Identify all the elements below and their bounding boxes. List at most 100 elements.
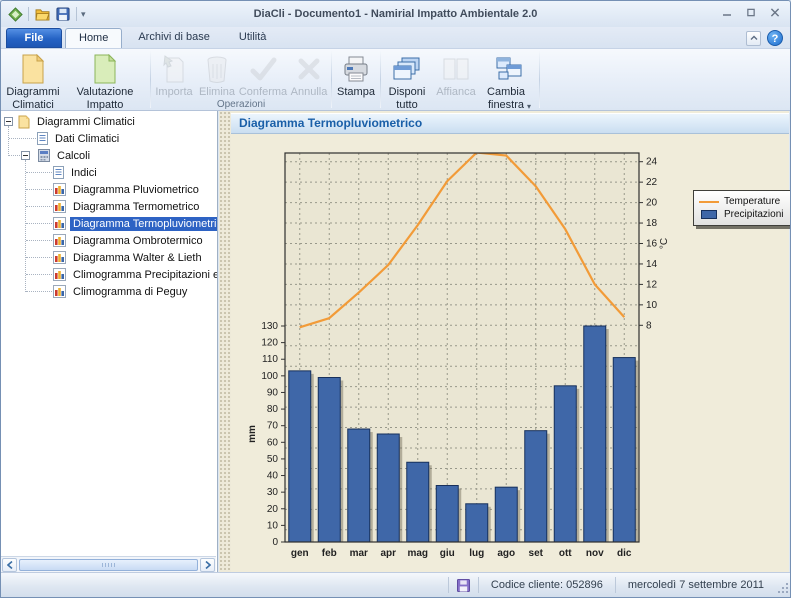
diagrammi-climatici-button[interactable]: Diagrammi Climatici <box>5 51 61 112</box>
tree-item-diagramma-termopluviometrico[interactable]: Diagramma Termopluviometrico <box>1 215 217 232</box>
content-panel: Diagramma Termopluviometrico 01020304050… <box>231 111 789 572</box>
elimina-button[interactable]: Elimina <box>196 51 238 99</box>
svg-text:feb: feb <box>322 548 337 559</box>
svg-text:90: 90 <box>267 387 279 398</box>
app-icon[interactable] <box>6 5 24 23</box>
tab-home[interactable]: Home <box>65 28 122 48</box>
tab-archivi-di-base[interactable]: Archivi di base <box>125 28 223 48</box>
tree-item-diagrammi-climatici[interactable]: Diagrammi Climatici <box>1 113 217 130</box>
annulla-button[interactable]: Annulla <box>288 51 330 99</box>
qat-separator <box>76 7 77 21</box>
ribbon: Diagrammi Climatici Valutazione Impatto … <box>1 48 790 111</box>
tab-utilita[interactable]: Utilità <box>226 28 280 48</box>
window-title: DiaCli - Documento1 - Namirial Impatto A… <box>1 8 790 20</box>
cambia-finestra-button[interactable]: Cambia finestra ▾ <box>480 51 538 112</box>
tree-stub <box>26 223 52 224</box>
chart-bars-icon <box>53 251 66 264</box>
tree-stub <box>26 172 52 173</box>
collapse-expander-icon[interactable] <box>21 151 30 160</box>
affianca-button[interactable]: Affianca <box>432 51 480 99</box>
tree-item-diagramma-pluviometrico[interactable]: Diagramma Pluviometrico <box>1 181 217 198</box>
button-label: Stampa <box>337 86 375 99</box>
tree-item-diagramma-termometrico[interactable]: Diagramma Termometrico <box>1 198 217 215</box>
legend-label: Temperature <box>724 196 780 207</box>
svg-text:mag: mag <box>407 548 428 559</box>
page-title: Diagramma Termopluviometrico <box>231 113 789 134</box>
svg-text:ago: ago <box>497 548 515 559</box>
conferma-button[interactable]: Conferma <box>238 51 288 99</box>
ribbon-collapse-icon[interactable] <box>746 31 761 46</box>
scroll-right-icon[interactable] <box>200 558 215 572</box>
tree-horizontal-scrollbar[interactable] <box>1 556 216 572</box>
client-code: Codice cliente: 052896 <box>479 573 615 597</box>
group-label: Operazioni <box>152 99 330 111</box>
svg-text:ott: ott <box>559 548 572 559</box>
svg-text:30: 30 <box>267 487 279 498</box>
svg-text:24: 24 <box>646 157 658 168</box>
svg-text:70: 70 <box>267 421 279 432</box>
close-button[interactable] <box>766 5 784 20</box>
tree-item-dati-climatici[interactable]: Dati Climatici <box>1 130 217 147</box>
svg-text:80: 80 <box>267 404 279 415</box>
line-swatch-icon <box>699 200 719 204</box>
button-label: Annulla <box>291 86 328 99</box>
printer-icon <box>342 53 370 85</box>
resize-grip[interactable] <box>776 573 790 597</box>
statusbar: Codice cliente: 052896 mercoledì 7 sette… <box>1 572 790 597</box>
svg-text:50: 50 <box>267 454 279 465</box>
button-label: Affianca <box>436 86 476 99</box>
group-separator <box>380 51 381 108</box>
open-file-icon[interactable] <box>33 5 51 23</box>
svg-text:16: 16 <box>646 239 658 250</box>
minimize-button[interactable] <box>718 5 736 20</box>
button-label: Elimina <box>199 86 235 99</box>
tree-stub <box>26 240 52 241</box>
tree-stub <box>26 291 52 292</box>
stampa-button[interactable]: Stampa <box>333 51 379 99</box>
chart-bars-icon <box>53 183 66 196</box>
tree-item-climogramma-precipitazioni-temperature[interactable]: Climogramma Precipitazioni e Temperature <box>1 266 217 283</box>
document-yellow-icon <box>18 115 30 129</box>
legend-label: Precipitazioni <box>724 209 783 220</box>
svg-text:mar: mar <box>350 548 368 559</box>
save-status-icon <box>449 573 478 597</box>
svg-text:0: 0 <box>272 537 278 548</box>
ribbon-group-operazioni: Importa Elimina Conferma <box>152 49 330 110</box>
button-label: Conferma <box>239 86 287 99</box>
document-yellow-icon <box>20 53 46 85</box>
scroll-left-icon[interactable] <box>2 558 17 572</box>
restore-button[interactable] <box>742 5 760 20</box>
tree-item-diagramma-walter-lieth[interactable]: Diagramma Walter & Lieth <box>1 249 217 266</box>
svg-text:nov: nov <box>586 548 604 559</box>
save-icon[interactable] <box>54 5 72 23</box>
svg-text:40: 40 <box>267 471 279 482</box>
navigation-tree: Diagrammi Climatici Dati Climatici Calco… <box>1 111 218 572</box>
importa-button[interactable]: Importa <box>152 51 196 99</box>
legend-item-temperature: Temperature <box>699 195 783 208</box>
ribbon-group-main: Diagrammi Climatici Valutazione Impatto … <box>5 49 149 110</box>
tree-item-diagramma-ombrotermico[interactable]: Diagramma Ombrotermico <box>1 232 217 249</box>
svg-text:dic: dic <box>617 548 632 559</box>
group-separator <box>150 51 151 108</box>
tree-stub <box>26 206 52 207</box>
svg-text:110: 110 <box>262 354 278 365</box>
tree-stub <box>9 138 36 139</box>
svg-text:set: set <box>529 548 544 559</box>
help-icon[interactable]: ? <box>767 30 783 46</box>
disponi-tutto-button[interactable]: Disponi tutto <box>382 51 432 112</box>
svg-text:8: 8 <box>646 320 652 331</box>
collapse-expander-icon[interactable] <box>4 117 13 126</box>
tree-item-climogramma-di-peguy[interactable]: Climogramma di Peguy <box>1 283 217 300</box>
tree-item-calcoli[interactable]: Calcoli <box>1 147 217 164</box>
ribbon-group-finestra: Disponi tutto Affianca Cambia finestra ▾ <box>382 49 538 110</box>
group-separator <box>331 51 332 108</box>
qat-menu-icon[interactable]: ▾ <box>81 9 86 20</box>
tab-file[interactable]: File <box>6 28 62 48</box>
main-area: Diagrammi Climatici Dati Climatici Calco… <box>1 111 790 572</box>
svg-text:10: 10 <box>646 300 658 311</box>
box-swatch-icon <box>699 210 719 219</box>
panel-splitter[interactable] <box>219 111 231 572</box>
svg-text:100: 100 <box>261 371 278 382</box>
scrollbar-thumb[interactable] <box>19 559 198 571</box>
tree-item-indici[interactable]: Indici <box>1 164 217 181</box>
